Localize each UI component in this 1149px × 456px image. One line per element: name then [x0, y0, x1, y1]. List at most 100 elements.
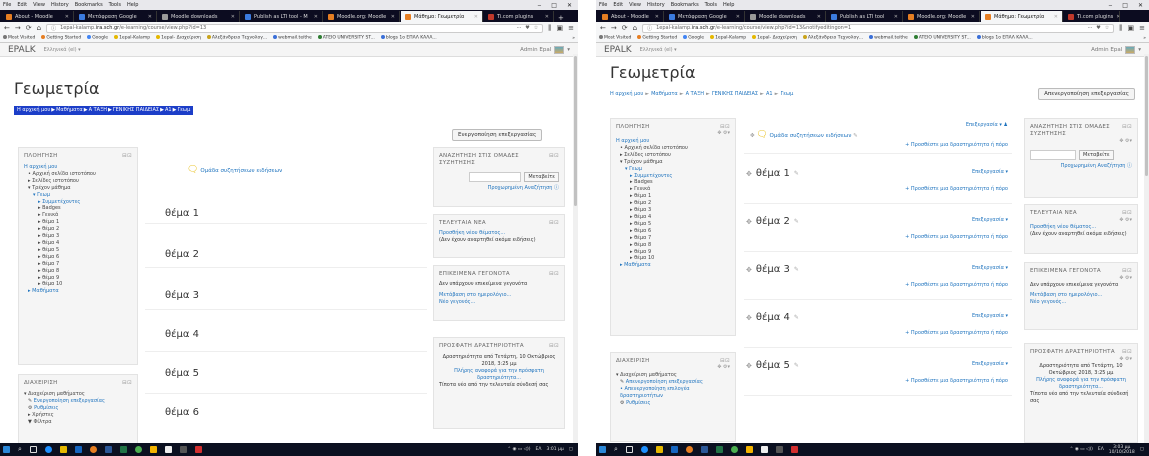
- tab-close-icon[interactable]: ✕: [314, 14, 318, 20]
- add-activity-link[interactable]: + Προσθέστε μια δραστηριότητα ή πόρο: [905, 186, 1008, 192]
- section-edit-menu[interactable]: Επεξεργασία ▾: [972, 265, 1008, 271]
- section-title[interactable]: θέμα 3: [165, 290, 199, 301]
- menu-help[interactable]: Help: [127, 2, 138, 8]
- section-title[interactable]: θέμα 4: [756, 312, 790, 323]
- menu-file[interactable]: File: [3, 2, 11, 8]
- nav-course-item[interactable]: ▸ Συμμετέχοντες: [38, 199, 132, 206]
- page-actions-icon[interactable]: ···: [1088, 25, 1093, 31]
- bookmark-item[interactable]: blogs 1ο ΕΠΑΛ ΚΑΛΑ...: [380, 35, 437, 41]
- full-report-link[interactable]: Πλήρης αναφορά για την πρόσφατη δραστηρι…: [439, 368, 559, 382]
- search-input[interactable]: [469, 172, 522, 182]
- language-menu[interactable]: Ελληνικά (el) ▾: [640, 47, 677, 53]
- nav-course-link[interactable]: ▾ Γεωμ: [24, 192, 132, 199]
- excel-icon[interactable]: [715, 446, 723, 453]
- turn-editing-off-link[interactable]: ✎ Απενεργοποίηση επεξεργασίας: [616, 379, 730, 386]
- tab-close-icon[interactable]: ✕: [148, 14, 152, 20]
- disable-activity-chooser-link[interactable]: • Απενεργοποίηση επιλογέα δραστηριοτήτων: [616, 386, 730, 400]
- nav-course-item[interactable]: ▸ θέμα 5: [38, 247, 132, 254]
- pencil-icon[interactable]: ✎: [794, 170, 799, 177]
- video-icon[interactable]: [179, 446, 187, 453]
- dock-icon[interactable]: ⊟⊡: [1122, 268, 1132, 275]
- news-forum-link[interactable]: 🗨 Ομάδα συζητήσεων ειδήσεων: [187, 165, 282, 175]
- turn-editing-on-link[interactable]: ✎ Ενεργοποίηση επεξεργασίας: [24, 398, 132, 405]
- store-icon[interactable]: [670, 446, 678, 453]
- section-edit-menu[interactable]: Επεξεργασία ▾: [972, 313, 1008, 319]
- breadcrumb-course[interactable]: Γεωμ: [177, 107, 190, 113]
- notifications-icon[interactable]: ▢: [1140, 447, 1144, 452]
- nav-course-item[interactable]: ▸ θέμα 8: [38, 268, 132, 275]
- folder-icon[interactable]: [745, 446, 753, 453]
- bookmark-item[interactable]: Most Visited: [3, 35, 35, 41]
- tab-close-icon[interactable]: ✕: [231, 14, 235, 20]
- dock-icon[interactable]: ⊟⊡: [122, 153, 132, 159]
- nav-course-item[interactable]: ▸ θέμα 6: [630, 228, 730, 235]
- breadcrumb-category[interactable]: ΓΕΝΙΚΗΣ ΠΑΙΔΕΙΑΣ: [712, 91, 758, 97]
- tray-icons[interactable]: ⌃ ◉ ▭ ◁)): [507, 447, 530, 452]
- browser-tab-active[interactable]: Μάθημα: Γεωμετρία ✕: [401, 11, 483, 22]
- nav-course-item[interactable]: ▸ θέμα 8: [630, 242, 730, 249]
- search-go-button[interactable]: Μεταβείτε: [524, 172, 559, 182]
- task-view-icon[interactable]: [625, 446, 633, 453]
- dock-icon[interactable]: ⊟⊡: [1122, 210, 1132, 217]
- section-title[interactable]: θέμα 1: [165, 208, 199, 219]
- tab-close-icon[interactable]: ✕: [65, 14, 69, 20]
- section-title[interactable]: θέμα 6: [165, 407, 199, 418]
- pocket-icon[interactable]: ♥: [525, 25, 529, 31]
- move-icon[interactable]: ✥: [746, 266, 752, 274]
- breadcrumb-home[interactable]: Η αρχική μου: [17, 107, 50, 113]
- section-edit-menu[interactable]: Επεξεργασία ▾: [972, 361, 1008, 367]
- browser-tab[interactable]: Moodle.org: Moodle ✕: [904, 11, 980, 22]
- chrome-icon[interactable]: [730, 446, 738, 453]
- bookmark-item[interactable]: 1epal-Kalamp: [114, 35, 150, 41]
- advanced-search-link[interactable]: Προχωρημένη Αναζήτηση ⓘ: [439, 185, 559, 192]
- tab-close-icon[interactable]: ✕: [474, 14, 478, 20]
- firefox-icon[interactable]: [685, 446, 693, 453]
- move-icon[interactable]: ✥: [746, 218, 752, 226]
- start-icon[interactable]: [3, 446, 10, 453]
- nav-courses-link[interactable]: ▸ Μαθήματα: [24, 288, 132, 295]
- tab-close-icon[interactable]: ✕: [736, 14, 740, 20]
- add-activity-link[interactable]: + Προσθέστε μια δραστηριότητα ή πόρο: [905, 282, 1008, 288]
- menu-help[interactable]: Help: [723, 2, 734, 8]
- menu-tools[interactable]: Tools: [109, 2, 121, 8]
- section-title[interactable]: θέμα 3: [756, 264, 790, 275]
- bookmark-item[interactable]: Getting Started: [41, 35, 81, 41]
- block-controls[interactable]: ✥ ⚙▾: [616, 130, 730, 136]
- tab-close-icon[interactable]: ✕: [1116, 14, 1119, 20]
- maximize-icon[interactable]: □: [1122, 2, 1128, 9]
- breadcrumb-class[interactable]: Α ΤΑΞΗ: [89, 107, 107, 113]
- filters-link[interactable]: ▼ Φίλτρα: [24, 419, 132, 426]
- new-event-link[interactable]: Νέο γεγονός...: [439, 299, 559, 306]
- back-icon[interactable]: ←: [4, 24, 10, 32]
- nav-course-item[interactable]: ▸ θέμα 6: [38, 254, 132, 261]
- add-activity-link[interactable]: + Προσθέστε μια δραστηριότητα ή πόρο: [905, 330, 1008, 336]
- browser-tab[interactable]: Μετάφραση Google ✕: [665, 11, 745, 22]
- settings-link[interactable]: ⚙ Ρυθμίσεις: [616, 400, 730, 407]
- folder-icon[interactable]: [149, 446, 157, 453]
- add-activity-link[interactable]: + Προσθέστε μια δραστηριότητα ή πόρο: [905, 378, 1008, 384]
- tab-close-icon[interactable]: ✕: [1054, 14, 1058, 20]
- section-title[interactable]: θέμα 2: [165, 249, 199, 260]
- reload-icon[interactable]: ⟳: [622, 24, 628, 32]
- menu-bookmarks[interactable]: Bookmarks: [671, 2, 699, 8]
- hamburger-icon[interactable]: ≡: [1139, 24, 1145, 32]
- minimize-icon[interactable]: ‒: [1108, 2, 1112, 9]
- explorer-icon[interactable]: [655, 446, 663, 453]
- browser-tab[interactable]: About - Moodle ✕: [2, 11, 74, 22]
- nav-item[interactable]: • Αρχική σελίδα ιστοτόπου: [616, 145, 730, 152]
- users-node[interactable]: ▸ Χρήστες: [24, 412, 132, 419]
- tray-icons[interactable]: ⌃ ◉ ▭ ◁)): [1070, 447, 1093, 452]
- language-indicator[interactable]: ΕΛ: [1098, 447, 1104, 452]
- notifications-icon[interactable]: ▢: [569, 447, 573, 452]
- language-menu[interactable]: Ελληνικά (el) ▾: [44, 47, 81, 53]
- url-bar[interactable]: ⓘ 1epal-kalamp.ira.sch.gr/e-learning/cour…: [642, 23, 1115, 33]
- close-icon[interactable]: ✕: [1138, 2, 1143, 9]
- pencil-icon[interactable]: ✎: [794, 266, 799, 273]
- forward-icon[interactable]: →: [15, 24, 21, 32]
- start-icon[interactable]: [599, 446, 606, 453]
- search-go-button[interactable]: Μεταβείτε: [1079, 150, 1114, 160]
- site-brand[interactable]: EPALK: [8, 45, 36, 55]
- nav-course-link[interactable]: ▾ Γεωμ: [616, 166, 730, 173]
- menu-view[interactable]: View: [629, 2, 641, 8]
- nav-course-item[interactable]: ▸ θέμα 3: [38, 233, 132, 240]
